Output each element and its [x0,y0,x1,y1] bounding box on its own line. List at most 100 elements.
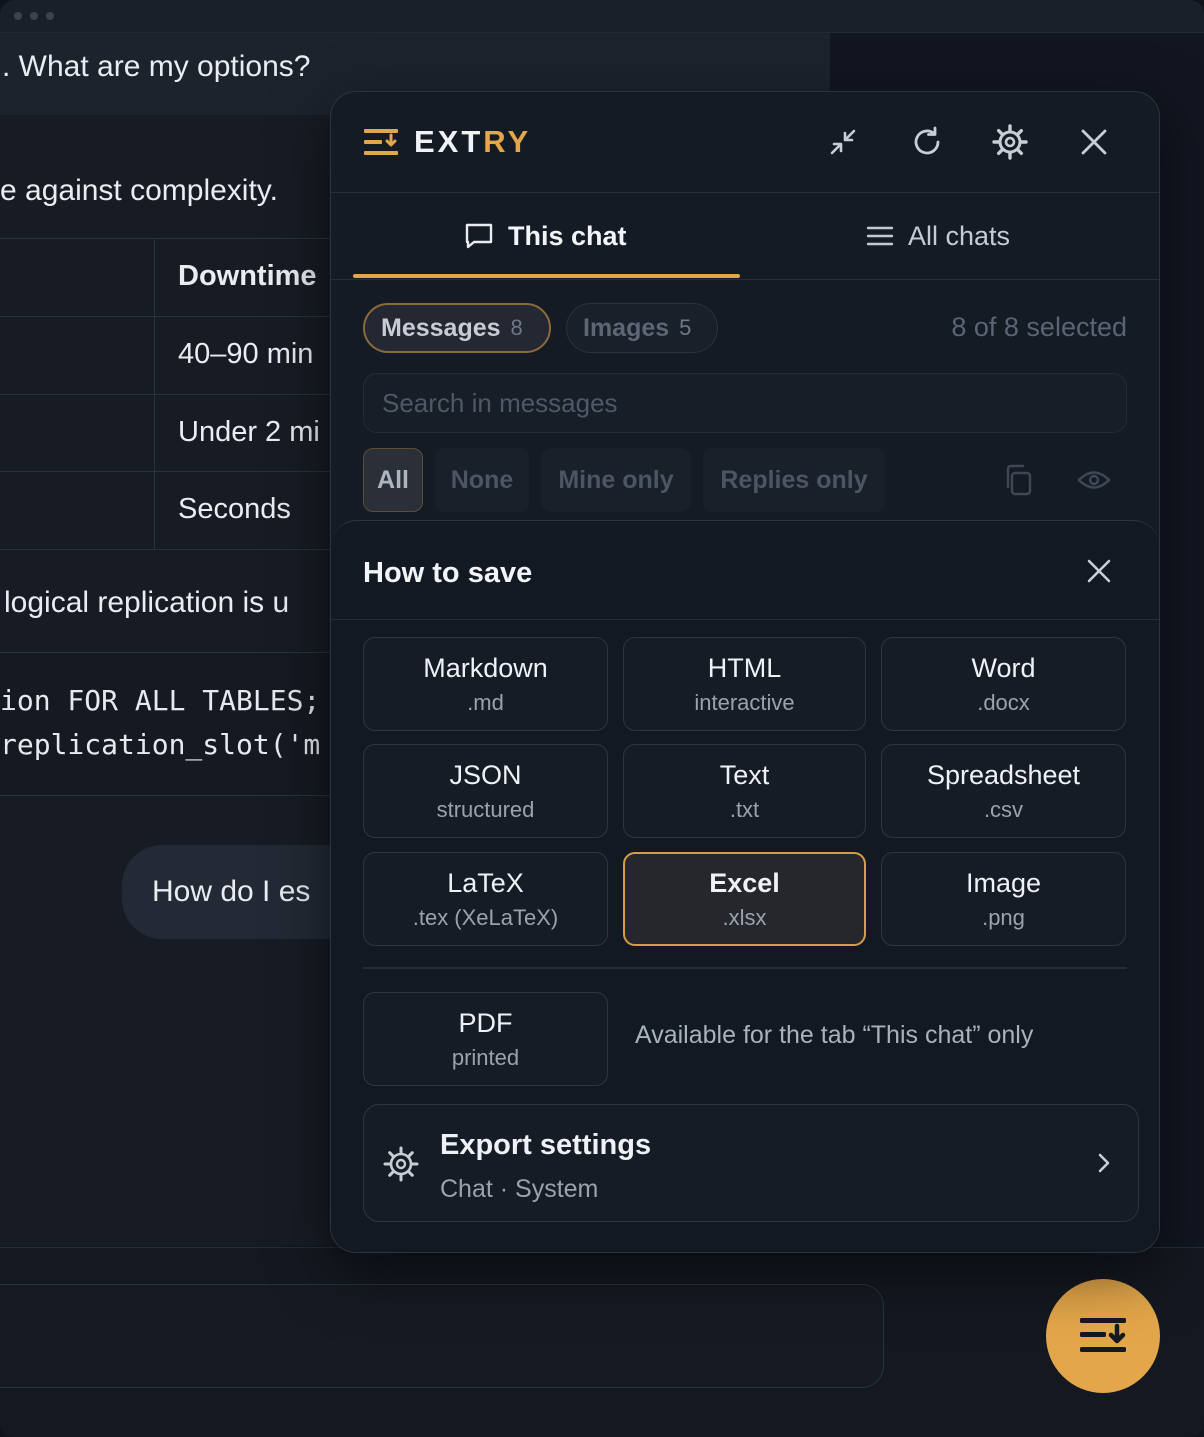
active-tab-indicator [353,274,740,278]
filter-mine-only-button[interactable]: Mine only [541,448,691,512]
format-spreadsheet-button[interactable]: Spreadsheet .csv [881,744,1126,838]
filter-label: Mine only [558,465,674,494]
brand: EXTRY [364,124,531,160]
close-icon[interactable] [1079,551,1119,591]
code-line: replication_slot('m [0,728,321,761]
export-list-icon [1080,1318,1126,1352]
chevron-right-icon [1098,1153,1110,1173]
format-title: Spreadsheet [926,759,1081,790]
brand-name-accent: RY [483,124,532,159]
chip-messages[interactable]: Messages 8 [363,303,551,353]
gear-icon [383,1146,419,1182]
code-line: ion FOR ALL TABLES; [0,684,321,717]
format-subtitle: .txt [729,796,760,822]
sheet-title: How to save [363,557,533,589]
format-word-button[interactable]: Word .docx [881,637,1126,731]
format-title: Image [965,867,1042,898]
export-settings-title: Export settings [440,1129,652,1161]
format-title: LaTeX [447,867,524,898]
table-border [0,471,340,472]
search-input[interactable]: Search in messages [363,373,1127,433]
format-pdf-button[interactable]: PDF printed [363,992,608,1086]
table-border [154,238,155,550]
format-html-button[interactable]: HTML interactive [623,637,866,731]
brand-name: EXTRY [414,124,531,160]
format-subtitle: .xlsx [722,904,767,930]
format-excel-button[interactable]: Excel .xlsx [623,852,866,946]
tab-label: All chats [908,220,1011,251]
format-markdown-button[interactable]: Markdown .md [363,637,608,731]
chip-count: 8 [510,315,523,340]
window-dot [46,12,54,20]
tab-all-chats[interactable]: All chats [866,193,1010,279]
filter-none-button[interactable]: None [435,448,529,512]
extry-panel: EXTRY This chat All chats Messages 8 Ima… [330,91,1160,1253]
filter-label: Replies only [720,465,868,494]
chat-text-line: e against complexity. [0,174,278,207]
filter-all-button[interactable]: All [363,448,423,512]
format-title: Text [719,759,770,790]
table-header: Downtime [178,260,317,292]
format-title: PDF [458,1007,513,1038]
close-icon[interactable] [1074,122,1114,162]
chat-bubble-icon [465,223,493,249]
format-subtitle: .csv [983,796,1024,822]
refresh-icon[interactable] [907,122,947,162]
chat-text-line: . What are my options? [2,50,311,83]
format-image-button[interactable]: Image .png [881,852,1126,946]
table-border [0,394,340,395]
chip-count: 5 [679,315,692,340]
table-cell: Seconds [178,493,291,525]
tab-this-chat[interactable]: This chat [464,193,627,279]
pdf-availability-note: Available for the tab “This chat” only [635,1021,1034,1049]
format-json-button[interactable]: JSON structured [363,744,608,838]
app-window: . What are my options? e against complex… [0,0,1204,1437]
tab-bar: This chat All chats [331,193,1159,280]
chip-images[interactable]: Images 5 [566,303,718,353]
filter-replies-only-button[interactable]: Replies only [703,448,885,512]
title-bar [0,0,1204,33]
collapse-icon[interactable] [823,122,863,162]
list-icon [866,226,894,246]
format-subtitle: interactive [694,689,795,715]
chip-label: Messages [381,313,501,342]
eye-icon[interactable] [1074,460,1114,500]
format-subtitle: printed [451,1044,520,1070]
export-settings-button[interactable]: Export settings Chat · System [363,1104,1139,1222]
format-subtitle: .png [982,904,1025,930]
sheet-divider [331,619,1159,620]
brand-name-part: EXT [414,124,484,159]
chip-label: Images [583,313,670,342]
export-settings-subtitle: Chat · System [440,1175,599,1203]
format-title: Markdown [423,652,548,683]
extry-logo-icon [364,129,398,155]
format-subtitle: .tex (XeLaTeX) [412,904,559,930]
table-cell: 40–90 min [178,338,314,370]
table-border [0,549,340,550]
extry-launcher-button[interactable] [1046,1279,1160,1393]
format-text-button[interactable]: Text .txt [623,744,866,838]
copy-icon[interactable] [998,460,1038,500]
format-latex-button[interactable]: LaTeX .tex (XeLaTeX) [363,852,608,946]
search-placeholder: Search in messages [382,387,618,418]
panel-header: EXTRY [331,92,1159,193]
format-title: Excel [709,867,780,898]
format-title: JSON [449,759,522,790]
window-dot [30,12,38,20]
selection-count: 8 of 8 selected [951,312,1127,342]
message-input[interactable] [0,1284,884,1388]
format-title: Word [971,652,1036,683]
window-dot [14,12,22,20]
format-subtitle: .docx [977,689,1030,715]
format-subtitle: structured [436,796,535,822]
filter-label: All [377,465,409,494]
gear-icon[interactable] [990,122,1030,162]
tab-label: This chat [508,220,627,251]
table-cell: Under 2 mi [178,416,320,448]
user-message-text: How do I es [152,875,311,908]
code-block [0,652,360,796]
format-subtitle: .md [467,689,504,715]
filter-label: None [450,465,514,494]
format-title: HTML [707,652,782,683]
chat-text-line: logical replication is u [4,586,290,619]
